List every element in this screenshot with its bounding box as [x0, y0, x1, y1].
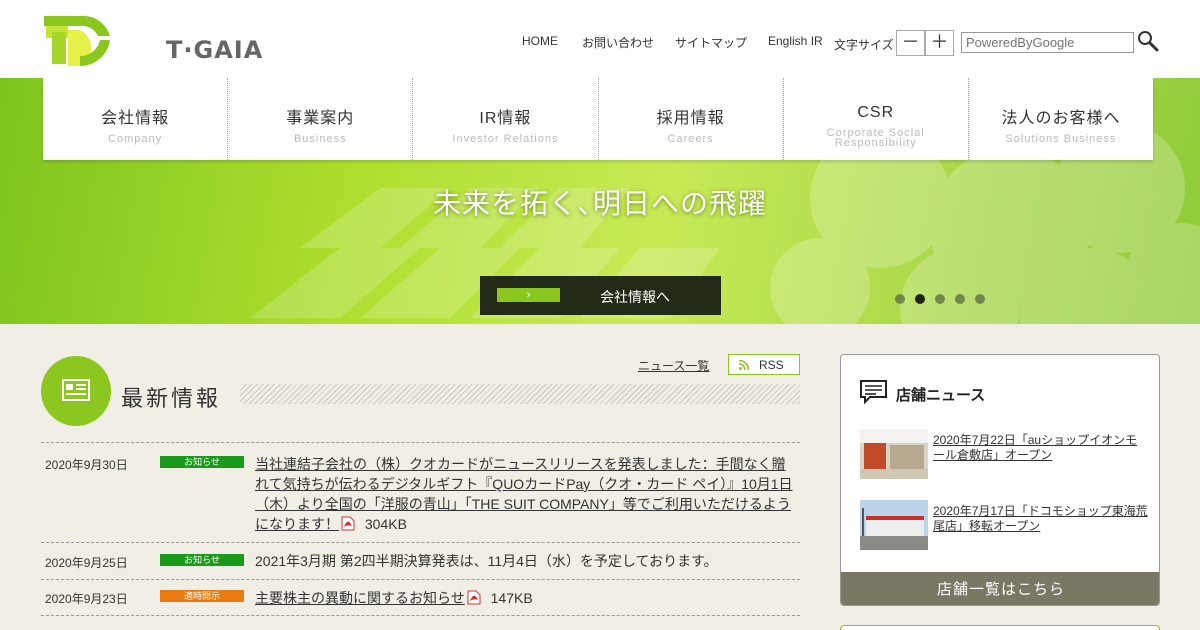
nav-item-sublabel: Solutions Business: [1005, 133, 1117, 145]
news-section-icon: [41, 356, 111, 426]
font-size-increase-button[interactable]: ＋: [925, 30, 954, 56]
news-link[interactable]: 当社連結子会社の（株）クオカードがニュースリリースを発表しました：手間なく贈れて…: [255, 456, 793, 532]
search-icon[interactable]: [1137, 30, 1159, 52]
hero-button-label: 会社情報へ: [600, 289, 670, 305]
shop-news-link[interactable]: 2020年7月17日「ドコモショップ東海荒尾店」移転オープン: [933, 504, 1148, 534]
nav-item-sublabel: Careers: [667, 133, 714, 145]
nav-item-company[interactable]: 会社情報 Company: [43, 78, 229, 160]
hero-company-button[interactable]: › 会社情報へ: [480, 276, 721, 315]
news-date: 2020年9月25日: [45, 556, 128, 570]
slider-dot[interactable]: [975, 294, 985, 304]
news-row: 2020年9月23日 適時開示 主要株主の異動に関するお知らせ 147KB: [41, 579, 800, 615]
nav-item-sublabel: Corporate Social Responsibility: [826, 127, 925, 149]
nav-item-label: 事業案内: [286, 110, 355, 127]
next-panel-partial: [840, 625, 1160, 630]
nav-item-business[interactable]: 事業案内 Business: [228, 78, 414, 160]
news-row: 2020年9月30日 お知らせ 当社連結子会社の（株）クオカードがニュースリリー…: [41, 442, 800, 542]
news-row-partial: [41, 615, 800, 630]
nav-item-label: 会社情報: [101, 110, 170, 127]
util-link-contact[interactable]: お問い合わせ: [582, 34, 654, 51]
rss-icon: [739, 360, 749, 370]
util-link-english-ir[interactable]: English IR: [768, 34, 823, 48]
news-date: 2020年9月30日: [45, 458, 128, 472]
slider-dots: [895, 294, 995, 304]
newspaper-icon: [62, 379, 90, 401]
pdf-icon[interactable]: [341, 516, 355, 531]
logo-mark-icon: [44, 15, 110, 67]
chevron-right-icon: ›: [497, 288, 560, 302]
global-nav: 会社情報 Company 事業案内 Business IR情報 Investor…: [43, 78, 1153, 160]
news-row: 2020年9月25日 お知らせ 2021年3月期 第2四半期決算発表は、11月4…: [41, 542, 800, 579]
rss-label: RSS: [759, 358, 784, 372]
news-badge: 適時開示: [160, 590, 244, 602]
title-hatch-divider: [240, 384, 800, 404]
shop-news-item[interactable]: 2020年7月22日「auショップイオンモール倉敷店」オープン: [860, 429, 1150, 479]
shop-thumbnail: [860, 429, 928, 479]
news-link[interactable]: 主要株主の異動に関するお知らせ: [255, 590, 465, 606]
slider-dot[interactable]: [895, 294, 905, 304]
file-size: 304KB: [364, 516, 407, 532]
nav-item-label: CSR: [857, 104, 895, 121]
news-section-title: 最新情報: [121, 386, 222, 411]
slider-dot[interactable]: [935, 294, 945, 304]
rss-button[interactable]: RSS: [728, 354, 800, 375]
shop-news-title: 店舗ニュース: [896, 387, 986, 404]
news-badge: お知らせ: [160, 554, 244, 566]
slider-dot[interactable]: [955, 294, 965, 304]
nav-item-label: 採用情報: [656, 110, 725, 127]
nav-item-sublabel: Investor Relations: [452, 133, 559, 145]
font-size-label: 文字サイズ: [834, 38, 894, 52]
hero-title: 未来を拓く､明日への飛躍: [432, 187, 767, 220]
nav-item-label: IR情報: [479, 110, 532, 127]
file-size: 147KB: [490, 590, 533, 606]
slider-dot-active[interactable]: [915, 294, 925, 304]
shop-list-button[interactable]: 店舗一覧はこちら: [841, 572, 1159, 605]
nav-item-csr[interactable]: CSR Corporate Social Responsibility: [784, 78, 969, 160]
pdf-icon[interactable]: [467, 590, 481, 605]
nav-item-ir[interactable]: IR情報 Investor Relations: [413, 78, 599, 160]
nav-item-sublabel: Business: [293, 133, 347, 145]
shop-news-panel: 店舗ニュース 2020年7月22日「auショップイオンモール倉敷店」オープン 2…: [840, 354, 1160, 606]
news-text: 2021年3月期 第2四半期決算発表は、11月4日（水）を予定しております。: [255, 553, 718, 569]
news-date: 2020年9月23日: [45, 592, 128, 606]
news-list-link[interactable]: ニュース一覧: [638, 357, 709, 374]
nav-item-label: 法人のお客様へ: [1001, 110, 1121, 127]
news-text: 当社連結子会社の（株）クオカードがニュースリリースを発表しました：手間なく贈れて…: [255, 454, 795, 534]
brand-name: T·GAIA: [166, 36, 264, 64]
nav-item-solutions[interactable]: 法人のお客様へ Solutions Business: [969, 78, 1153, 160]
news-text: 主要株主の異動に関するお知らせ 147KB: [255, 588, 795, 608]
chat-bubble-icon: [860, 380, 887, 404]
font-size-decrease-button[interactable]: －: [896, 30, 925, 56]
util-link-sitemap[interactable]: サイトマップ: [675, 34, 747, 51]
search-input[interactable]: [961, 32, 1134, 53]
site-header: T·GAIA HOME お問い合わせ サイトマップ English IR 文字サ…: [0, 0, 1200, 78]
util-link-home[interactable]: HOME: [522, 34, 558, 48]
brand-logo[interactable]: T·GAIA: [40, 10, 262, 68]
nav-item-careers[interactable]: 採用情報 Careers: [599, 78, 784, 160]
shop-thumbnail: [860, 500, 928, 550]
nav-item-sublabel: Company: [108, 133, 163, 145]
shop-news-item[interactable]: 2020年7月17日「ドコモショップ東海荒尾店」移転オープン: [860, 500, 1150, 550]
shop-news-link[interactable]: 2020年7月22日「auショップイオンモール倉敷店」オープン: [933, 433, 1148, 463]
news-badge: お知らせ: [160, 456, 244, 468]
